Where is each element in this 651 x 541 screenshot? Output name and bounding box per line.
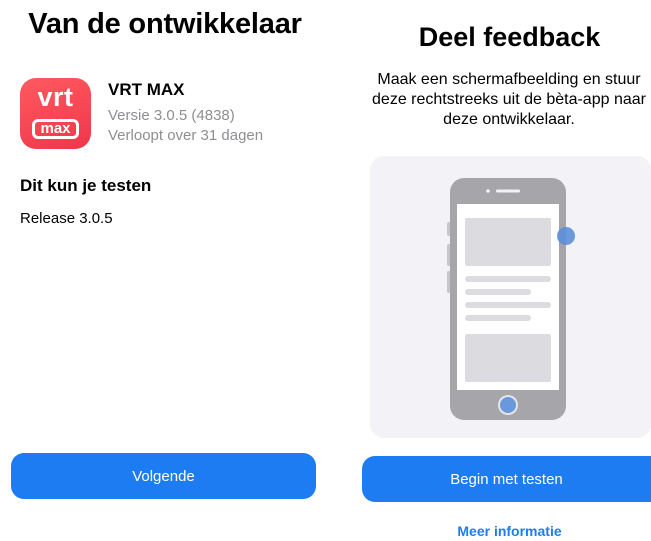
- app-expiry: Verloopt over 31 dagen: [108, 127, 264, 144]
- developer-panel: Van de ontwikkelaar vrt max VRT MAX Vers…: [0, 0, 330, 541]
- phone-screenshot-illustration: [370, 156, 651, 438]
- app-icon: vrt max: [20, 78, 91, 149]
- next-button[interactable]: Volgende: [11, 453, 316, 499]
- app-icon-top-text: vrt: [37, 82, 74, 112]
- page-title: Van de ontwikkelaar: [28, 8, 302, 40]
- section-heading: Dit kun je testen: [20, 176, 152, 195]
- app-icon-bottom-text: max: [32, 119, 79, 139]
- begin-testing-button[interactable]: Begin met testen: [362, 456, 651, 502]
- app-name: VRT MAX: [108, 80, 185, 99]
- phone-icon: [447, 178, 575, 420]
- app-version: Versie 3.0.5 (4838): [108, 107, 235, 124]
- release-note: Release 3.0.5: [20, 210, 113, 227]
- more-info-link[interactable]: Meer informatie: [338, 523, 651, 539]
- feedback-title: Deel feedback: [418, 22, 601, 52]
- feedback-panel: Deel feedback Maak een schermafbeelding …: [338, 0, 651, 541]
- feedback-description: Maak een schermafbeelding en stuur deze …: [372, 71, 646, 128]
